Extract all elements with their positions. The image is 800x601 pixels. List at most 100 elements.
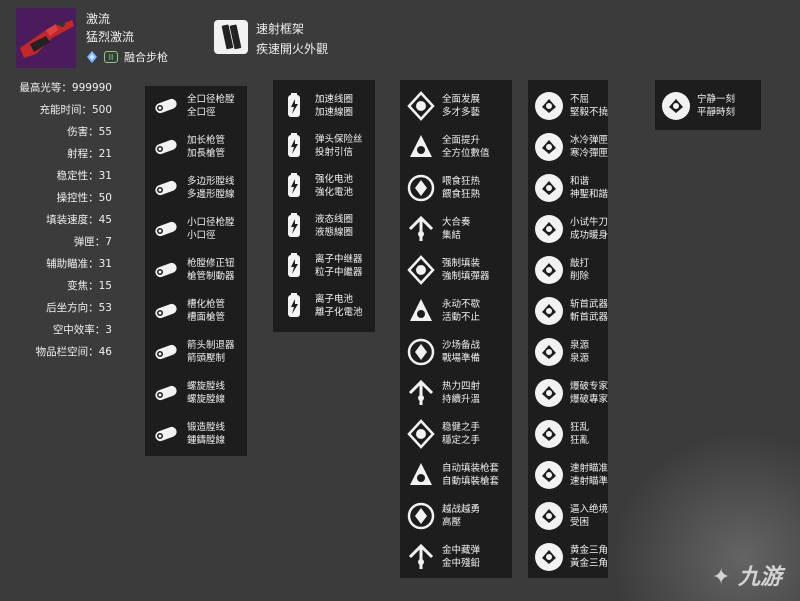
perk-icon bbox=[407, 338, 435, 366]
perk-name-cn: 大合奏 bbox=[442, 217, 471, 228]
perk-label: 槽化枪管 槽面槍管 bbox=[187, 298, 225, 324]
perk-name-cn: 不屈 bbox=[570, 94, 590, 105]
perk-label: 黄金三角 黃金三角 bbox=[570, 544, 608, 570]
perk-name-cn: 小口径枪膛 bbox=[187, 217, 235, 228]
perk-label: 稳健之手 穩定之手 bbox=[442, 421, 480, 447]
site-watermark: ✦ 九游 bbox=[712, 559, 782, 591]
weapon-name: 激流 bbox=[86, 12, 111, 26]
perk-label: 不屈 堅毅不撓 bbox=[570, 93, 608, 119]
perks1-perk-4[interactable]: 强制填装 強制填彈器 bbox=[400, 250, 490, 290]
perks1-perk-2[interactable]: 喂食狂热 餵食狂熱 bbox=[400, 168, 480, 208]
perk-name-cn: 锻造膛线 bbox=[187, 422, 226, 433]
perk-name-tw: 加速線圈 bbox=[315, 107, 354, 118]
barrels-perk-3[interactable]: 小口径枪膛 小口徑 bbox=[145, 209, 235, 249]
perks2-perk-6[interactable]: 泉源 泉源 bbox=[528, 332, 589, 372]
perk-name-tw: 狂亂 bbox=[570, 435, 590, 446]
perk-name-cn: 槽化枪管 bbox=[187, 299, 226, 310]
perk-name-cn: 逼入绝境 bbox=[570, 504, 609, 515]
perk-name-tw: 槽面槍管 bbox=[187, 312, 226, 323]
perks2-perk-2[interactable]: 和谐 神聖和諧 bbox=[528, 168, 608, 208]
perk-label: 自动填装枪套 自動填裝槍套 bbox=[442, 462, 499, 488]
arc-diamond-icon bbox=[87, 51, 97, 63]
perks2-perk-0[interactable]: 不屈 堅毅不撓 bbox=[528, 86, 608, 126]
perk-icon bbox=[535, 256, 563, 284]
perks2-perk-1[interactable]: 冰冷弹匣 寒冷彈匣 bbox=[528, 127, 608, 167]
perk-name-tw: 離子化電池 bbox=[315, 307, 363, 318]
perk-name-cn: 斩首武器 bbox=[570, 299, 609, 310]
perks1-perk-1[interactable]: 全面提升 全方位數值 bbox=[400, 127, 490, 167]
perk-label: 离子中继器 粒子中繼器 bbox=[315, 253, 363, 279]
perks1-perk-5[interactable]: 永动不歇 活動不止 bbox=[400, 291, 480, 331]
perk-name-cn: 速射瞄准 bbox=[570, 463, 609, 474]
stat-recoil: 后坐方向：53 bbox=[46, 302, 112, 314]
barrels-perk-6[interactable]: 箭头制退器 箭頭壓制 bbox=[145, 332, 235, 372]
perk-name-cn: 爆破专家 bbox=[570, 381, 609, 392]
batteries-perk-0[interactable]: 加速线圈 加速線圈 bbox=[273, 86, 353, 126]
perks2-perk-9[interactable]: 速射瞄准 速射瞄準 bbox=[528, 455, 608, 495]
perk-name-cn: 狂乱 bbox=[570, 422, 590, 433]
perk-name-cn: 永动不歇 bbox=[442, 299, 481, 310]
perk-name-cn: 多边形膛线 bbox=[187, 176, 235, 187]
perks1-perk-6[interactable]: 沙场备战 戰場準備 bbox=[400, 332, 480, 372]
perks2-perk-4[interactable]: 敲打 削除 bbox=[528, 250, 589, 290]
perk-icon bbox=[288, 173, 300, 197]
perk-name-tw: 小口徑 bbox=[187, 230, 216, 241]
perks2-perk-7[interactable]: 爆破专家 爆破專家 bbox=[528, 373, 608, 413]
perk-icon bbox=[407, 502, 435, 530]
barrels-perk-8[interactable]: 锻造膛线 鍾鑄膛線 bbox=[145, 414, 225, 454]
barrels-perk-5[interactable]: 槽化枪管 槽面槍管 bbox=[145, 291, 225, 331]
barrels-perk-7[interactable]: 螺旋膛线 螺旋膛線 bbox=[145, 373, 225, 413]
stat-aim-assist: 辅助瞄准：31 bbox=[46, 258, 112, 270]
perks2-perk-8[interactable]: 狂乱 狂亂 bbox=[528, 414, 589, 454]
perk-name-tw: 速射瞄準 bbox=[570, 476, 609, 487]
perks1-perk-10[interactable]: 越战越勇 高壓 bbox=[400, 496, 480, 536]
perk-name-tw: 全口徑 bbox=[187, 107, 216, 118]
perk-icon bbox=[155, 221, 177, 237]
perks1-perk-9[interactable]: 自动填装枪套 自動填裝槍套 bbox=[400, 455, 499, 495]
perk-name-cn: 稳健之手 bbox=[442, 422, 481, 433]
perk-icon bbox=[407, 174, 435, 202]
perk-icon bbox=[408, 215, 434, 241]
stat-zoom: 变焦：15 bbox=[67, 280, 112, 292]
perk-name-tw: 寒冷彈匣 bbox=[570, 148, 609, 159]
perk-name-tw: 多才多藝 bbox=[442, 107, 481, 118]
perks1-perk-11[interactable]: 金中藏弹 金中殘鉛 bbox=[400, 537, 480, 577]
batteries-perk-3[interactable]: 液态线圈 液態線圈 bbox=[273, 206, 353, 246]
barrels-perk-4[interactable]: 枪膛修正钮 槍管制動器 bbox=[145, 250, 235, 290]
perks1-perk-7[interactable]: 热力四射 持續升溫 bbox=[400, 373, 480, 413]
barrels-perk-0[interactable]: 全口径枪膛 全口徑 bbox=[145, 86, 235, 126]
perk-icon bbox=[408, 379, 434, 405]
perks1-perk-8[interactable]: 稳健之手 穩定之手 bbox=[400, 414, 480, 454]
perk-icon bbox=[535, 174, 563, 202]
perk-label: 液态线圈 液態線圈 bbox=[315, 213, 353, 239]
barrels-perk-2[interactable]: 多边形膛线 多邊形膛線 bbox=[145, 168, 235, 208]
batteries-perk-2[interactable]: 强化电池 強化電池 bbox=[273, 166, 353, 206]
perk-name-tw: 自動填裝槍套 bbox=[442, 476, 500, 487]
batteries-perk-5[interactable]: 离子电池 離子化電池 bbox=[273, 286, 363, 326]
perk-name-tw: 金中殘鉛 bbox=[442, 558, 481, 569]
frame-desc: 疾速開火外觀 bbox=[256, 42, 329, 56]
perks2-perk-5[interactable]: 斩首武器 斬首武器 bbox=[528, 291, 608, 331]
perks2-perk-10[interactable]: 逼入绝境 受困 bbox=[528, 496, 608, 536]
perk-icon bbox=[535, 502, 563, 530]
batteries-perk-4[interactable]: 离子中继器 粒子中繼器 bbox=[273, 246, 363, 286]
perks1-perk-0[interactable]: 全面发展 多才多藝 bbox=[400, 86, 480, 126]
barrels-perk-1[interactable]: 加长枪管 加長槍管 bbox=[145, 127, 225, 167]
perk-label: 斩首武器 斬首武器 bbox=[570, 298, 608, 324]
perks1-perk-3[interactable]: 大合奏 集結 bbox=[400, 209, 471, 249]
perk-label: 敲打 削除 bbox=[570, 257, 589, 283]
perk-icon bbox=[535, 297, 563, 325]
perk-icon bbox=[155, 139, 177, 155]
perk-name-cn: 全口径枪膛 bbox=[187, 94, 235, 105]
perk-icon bbox=[155, 344, 177, 360]
perk-icon bbox=[288, 133, 300, 157]
perks2-perk-11[interactable]: 黄金三角 黃金三角 bbox=[528, 537, 608, 577]
origin-perk-0[interactable]: 宁静一刻 平靜時刻 bbox=[655, 86, 735, 126]
frame-icon[interactable] bbox=[214, 20, 248, 54]
perk-label: 小口径枪膛 小口徑 bbox=[187, 216, 235, 242]
batteries-perk-1[interactable]: 弹头保险丝 投射引信 bbox=[273, 126, 363, 166]
barrel-column: 全口径枪膛全口徑加长枪管 加長槍管 多边形膛线 多邊形膛線小口径枪膛小口徑枪膛修正钮槍… bbox=[145, 86, 247, 456]
watermark-logo-icon: ✦ bbox=[711, 565, 731, 590]
perks2-perk-3[interactable]: 小试牛刀 成功暖身 bbox=[528, 209, 608, 249]
perk-icon bbox=[535, 338, 563, 366]
